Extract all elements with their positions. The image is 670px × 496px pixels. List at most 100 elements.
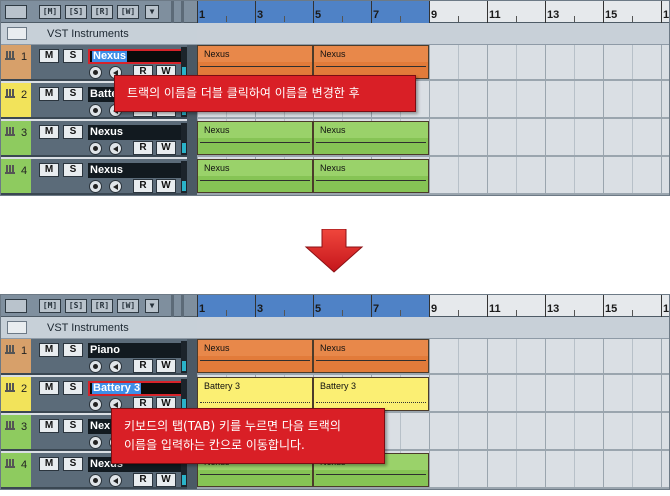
solo-button[interactable]: S xyxy=(63,49,83,63)
toolbar-button-1[interactable]: [S] xyxy=(65,5,87,19)
monitor-button[interactable] xyxy=(109,180,122,193)
mute-button[interactable]: M xyxy=(39,457,59,471)
track-header[interactable]: 3 M S Nexus R W xyxy=(1,121,197,157)
write-automation-button[interactable]: W xyxy=(156,179,176,193)
toolbar-button-0[interactable]: [M] xyxy=(39,299,61,313)
part-event-line xyxy=(316,180,426,181)
track-list-divider[interactable] xyxy=(187,45,197,195)
mute-button[interactable]: M xyxy=(39,163,59,177)
toolbar-button-2[interactable]: [R] xyxy=(91,5,113,19)
track-color-strip[interactable]: 3 xyxy=(1,415,31,449)
midi-part[interactable]: Nexus xyxy=(313,121,429,155)
toolbar-dropdown-icon[interactable]: ▼ xyxy=(145,5,159,19)
ruler-minor-tick xyxy=(632,310,633,316)
track-name-field[interactable]: Nexus xyxy=(88,163,184,178)
toolbar-button-0[interactable]: [M] xyxy=(39,5,61,19)
track-list-icon[interactable] xyxy=(5,299,27,313)
track-color-strip[interactable]: 1 xyxy=(1,45,31,79)
read-automation-button[interactable]: R xyxy=(133,141,153,155)
instrument-track-icon xyxy=(5,89,15,98)
midi-part[interactable]: Nexus xyxy=(197,45,313,79)
solo-button[interactable]: S xyxy=(63,125,83,139)
midi-part[interactable]: Battery 3 xyxy=(197,377,313,411)
midi-part[interactable]: Nexus xyxy=(313,339,429,373)
mute-button[interactable]: M xyxy=(39,419,59,433)
instrument-track-icon xyxy=(5,459,15,468)
record-enable-button[interactable] xyxy=(89,66,102,79)
timeline-ruler[interactable]: 1357911131517 xyxy=(197,295,669,317)
ruler-bar-tick xyxy=(255,295,256,317)
track-name-field[interactable]: Nexus xyxy=(88,125,184,140)
record-enable-button[interactable] xyxy=(89,104,102,117)
read-automation-button[interactable]: R xyxy=(133,473,153,487)
mute-button[interactable]: M xyxy=(39,343,59,357)
midi-part[interactable]: Nexus xyxy=(197,121,313,155)
part-content xyxy=(314,470,428,486)
record-enable-button[interactable] xyxy=(89,474,102,487)
monitor-button[interactable] xyxy=(109,360,122,373)
ruler-minor-tick xyxy=(516,310,517,316)
solo-button[interactable]: S xyxy=(63,457,83,471)
part-content xyxy=(314,176,428,192)
solo-button[interactable]: S xyxy=(63,163,83,177)
track-name-selection: Battery 3 xyxy=(92,382,142,394)
solo-button[interactable]: S xyxy=(63,381,83,395)
record-enable-button[interactable] xyxy=(89,360,102,373)
mute-button[interactable]: M xyxy=(39,87,59,101)
track-color-strip[interactable]: 1 xyxy=(1,339,31,373)
toolbar-dropdown-icon[interactable]: ▼ xyxy=(145,299,159,313)
ruler-bar-tick xyxy=(197,1,198,23)
track-color-strip[interactable]: 4 xyxy=(1,159,31,193)
track-name-field[interactable]: Batte xyxy=(88,87,114,102)
mute-button[interactable]: M xyxy=(39,49,59,63)
monitor-button[interactable] xyxy=(109,142,122,155)
midi-part[interactable]: Battery 3 xyxy=(313,377,429,411)
ruler-bar-number: 17 xyxy=(663,9,670,21)
track-color-strip[interactable]: 2 xyxy=(1,83,31,117)
track-header[interactable]: 1 M S Piano R W xyxy=(1,339,197,375)
midi-part[interactable]: Nexus xyxy=(313,159,429,193)
mute-button[interactable]: M xyxy=(39,381,59,395)
solo-button[interactable]: S xyxy=(63,87,83,101)
mute-button[interactable]: M xyxy=(39,125,59,139)
ruler-bar-tick xyxy=(429,1,430,23)
read-automation-button[interactable]: R xyxy=(133,359,153,373)
folder-track[interactable]: VST Instruments xyxy=(1,317,197,339)
solo-button[interactable]: S xyxy=(63,343,83,357)
write-automation-button[interactable]: W xyxy=(156,141,176,155)
toolbar-button-3[interactable]: [W] xyxy=(117,5,139,19)
part-event-line xyxy=(200,66,310,67)
toolbar-button-1[interactable]: [S] xyxy=(65,299,87,313)
track-name-field[interactable]: Piano xyxy=(88,343,184,358)
track-color-strip[interactable]: 2 xyxy=(1,377,31,411)
track-color-strip[interactable]: 4 xyxy=(1,453,31,487)
track-name-selection: Nexus xyxy=(92,50,128,62)
track-name-field[interactable]: Battery 3 xyxy=(88,381,184,396)
record-enable-button[interactable] xyxy=(89,180,102,193)
write-automation-button[interactable]: W xyxy=(156,359,176,373)
track-list-toolbar: [M] [S] [R] [W] ▼ xyxy=(1,295,197,317)
midi-part[interactable]: Nexus xyxy=(197,339,313,373)
write-automation-button[interactable]: W xyxy=(156,473,176,487)
ruler-bar-number: 5 xyxy=(315,303,322,315)
toolbar-button-2[interactable]: [R] xyxy=(91,299,113,313)
midi-part[interactable]: Nexus xyxy=(197,159,313,193)
record-enable-button[interactable] xyxy=(89,436,102,449)
track-number: 1 xyxy=(21,345,28,357)
ruler-bar-number: 11 xyxy=(489,9,501,21)
toolbar-button-3[interactable]: [W] xyxy=(117,299,139,313)
ruler-minor-tick xyxy=(226,16,227,22)
track-color-strip[interactable]: 3 xyxy=(1,121,31,155)
solo-button[interactable]: S xyxy=(63,419,83,433)
track-name-field[interactable]: Nexus xyxy=(88,49,184,64)
read-automation-button[interactable]: R xyxy=(133,179,153,193)
record-enable-button[interactable] xyxy=(89,398,102,411)
record-enable-button[interactable] xyxy=(89,142,102,155)
midi-part[interactable]: Nexus xyxy=(313,45,429,79)
part-label: Nexus xyxy=(204,49,230,59)
track-list-icon[interactable] xyxy=(5,5,27,19)
folder-track[interactable]: VST Instruments xyxy=(1,23,197,45)
monitor-button[interactable] xyxy=(109,474,122,487)
timeline-ruler[interactable]: 1357911131517 xyxy=(197,1,670,23)
track-header[interactable]: 4 M S Nexus R W xyxy=(1,159,197,195)
